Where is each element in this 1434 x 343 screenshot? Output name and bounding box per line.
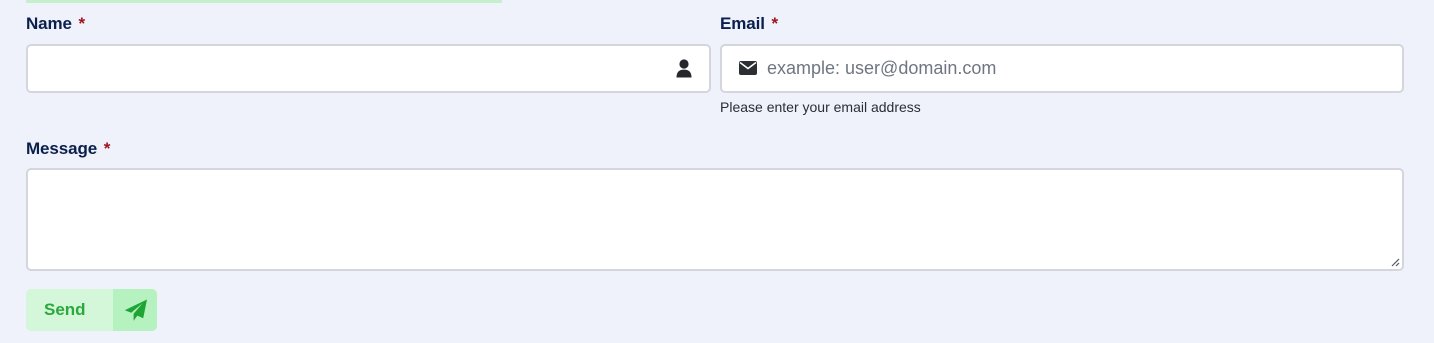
- send-icon-container: [113, 289, 157, 331]
- email-placeholder: example: user@domain.com: [767, 58, 997, 78]
- send-button[interactable]: Send: [26, 289, 157, 331]
- paper-plane-icon: [124, 299, 147, 321]
- user-icon: [676, 59, 692, 78]
- email-required-mark: *: [771, 14, 779, 33]
- email-label: Email *: [720, 14, 778, 34]
- email-label-text: Email: [720, 14, 765, 33]
- top-accent-bar: [26, 0, 502, 3]
- envelope-icon: [739, 61, 757, 75]
- message-textarea[interactable]: [26, 168, 1404, 271]
- message-label: Message *: [26, 139, 110, 159]
- name-field[interactable]: [26, 44, 711, 93]
- message-label-text: Message: [26, 139, 98, 158]
- message-required-mark: *: [103, 139, 111, 158]
- send-button-label: Send: [44, 300, 86, 319]
- name-label-text: Name: [26, 14, 72, 33]
- email-field[interactable]: example: user@domain.com: [720, 44, 1404, 93]
- name-label: Name *: [26, 14, 85, 34]
- resize-grip-icon[interactable]: [1390, 257, 1400, 267]
- email-helper-text: Please enter your email address: [720, 99, 921, 115]
- name-required-mark: *: [78, 14, 86, 33]
